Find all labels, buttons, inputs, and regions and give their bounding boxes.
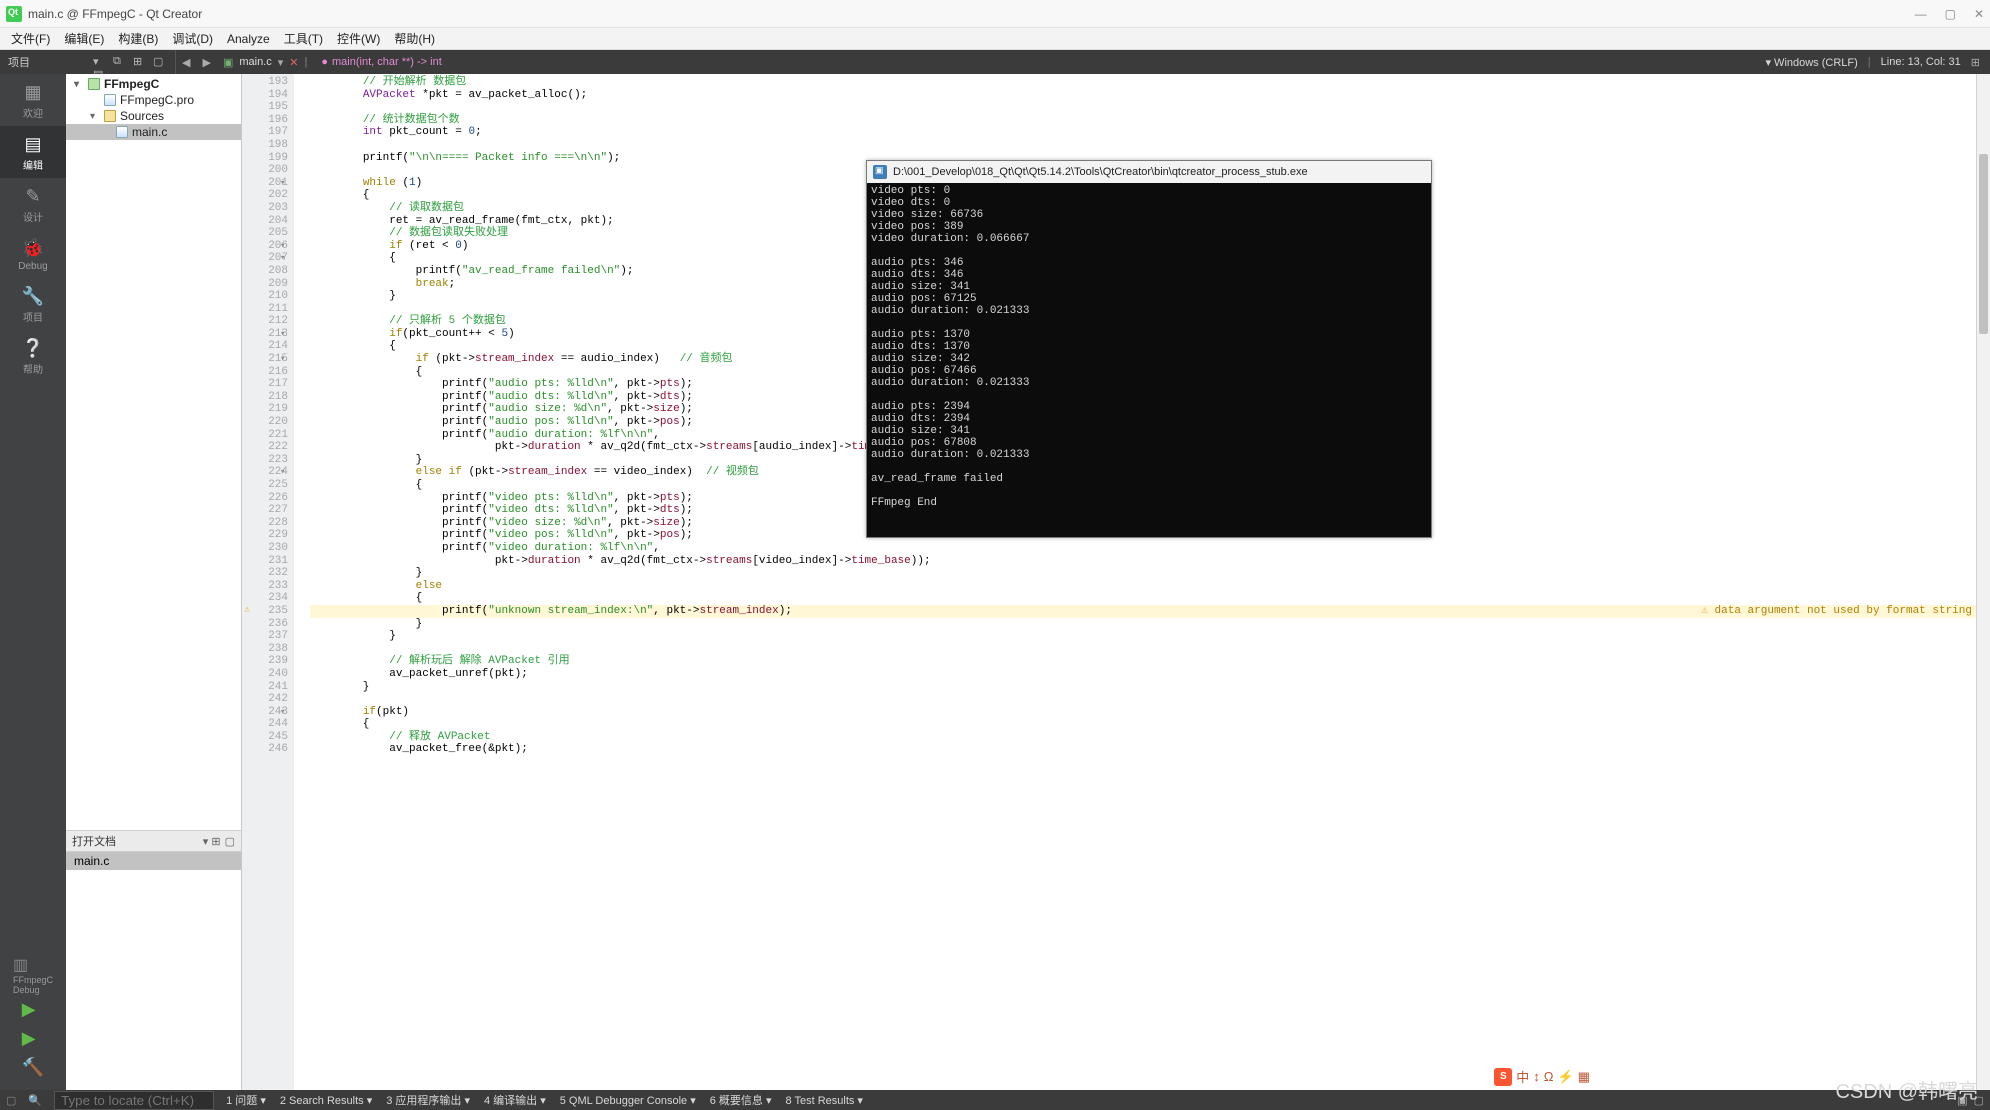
open-docs-header: 打开文档 ▾ ⊞ ▢ bbox=[66, 830, 241, 852]
line-number-gutter[interactable]: 1931941951961971981992002012022032042052… bbox=[242, 74, 294, 1090]
app-logo-icon bbox=[6, 6, 22, 22]
open-docs-close-icon[interactable]: ▢ bbox=[225, 835, 235, 848]
mode-help[interactable]: ❔帮助 bbox=[0, 330, 66, 382]
terminal-title: D:\001_Develop\018_Qt\Qt\Qt5.14.2\Tools\… bbox=[893, 166, 1308, 178]
build-button[interactable]: 🔨 bbox=[22, 1057, 44, 1078]
context-bullet-icon: ● bbox=[321, 56, 328, 68]
terminal-output: video pts: 0 video dts: 0 video size: 66… bbox=[867, 183, 1431, 511]
output-pane-button[interactable]: 5 QML Debugger Console ▾ bbox=[560, 1092, 696, 1108]
menu-build[interactable]: 构建(B) bbox=[111, 30, 165, 47]
output-pane-button[interactable]: 4 编译输出 ▾ bbox=[484, 1092, 546, 1108]
terminal-titlebar[interactable]: D:\001_Develop\018_Qt\Qt\Qt5.14.2\Tools\… bbox=[867, 161, 1431, 183]
menu-tools[interactable]: 工具(T) bbox=[277, 30, 330, 47]
editor-context-label[interactable]: main(int, char **) -> int bbox=[332, 56, 442, 68]
c-file-icon bbox=[116, 126, 128, 138]
output-pane-button[interactable]: 8 Test Results ▾ bbox=[785, 1092, 862, 1108]
window-titlebar: main.c @ FFmpegC - Qt Creator — ▢ ✕ bbox=[0, 0, 1990, 28]
menu-bar: 文件(F) 编辑(E) 构建(B) 调试(D) Analyze 工具(T) 控件… bbox=[0, 28, 1990, 50]
pro-file[interactable]: FFmpegC.pro bbox=[120, 93, 194, 107]
menu-file[interactable]: 文件(F) bbox=[4, 30, 57, 47]
menu-debug[interactable]: 调试(D) bbox=[165, 30, 220, 47]
split-icon[interactable]: ⊞ bbox=[133, 55, 147, 69]
cursor-position-label: Line: 13, Col: 31 bbox=[1881, 56, 1961, 68]
run-button[interactable]: ▶ bbox=[22, 999, 44, 1020]
menu-help[interactable]: 帮助(H) bbox=[387, 30, 442, 47]
terminal-app-icon bbox=[873, 165, 887, 179]
status-close-icon[interactable]: ▢ bbox=[1974, 1094, 1984, 1107]
project-tree[interactable]: ▾FFmpegC FFmpegC.pro ▾Sources main.c bbox=[66, 74, 241, 142]
menu-analyze[interactable]: Analyze bbox=[220, 32, 277, 46]
status-progress-icon[interactable]: ▣ bbox=[1957, 1094, 1967, 1107]
split-editor-icon[interactable]: ⊞ bbox=[1971, 56, 1980, 69]
mode-rail: ▦欢迎 ▤编辑 ✎设计 🐞Debug 🔧项目 ❔帮助 ▥ FFmpegC Deb… bbox=[0, 74, 66, 1090]
side-panel-title: 项目 bbox=[8, 54, 30, 70]
output-pane-button[interactable]: 1 问题 ▾ bbox=[226, 1092, 266, 1108]
history-fwd-icon[interactable]: ▶ bbox=[196, 56, 216, 69]
encoding-selector[interactable]: ▾ Windows (CRLF) bbox=[1765, 56, 1857, 69]
pro-file-icon bbox=[104, 94, 116, 106]
tab-close-icon[interactable]: ✕ bbox=[289, 56, 298, 69]
link-icon[interactable]: ⧉ bbox=[113, 55, 127, 69]
debug-run-button[interactable]: ▶ bbox=[22, 1028, 44, 1049]
editor-tab-filename[interactable]: main.c bbox=[239, 56, 271, 68]
window-maximize-button[interactable]: ▢ bbox=[1945, 7, 1956, 21]
mode-projects[interactable]: 🔧项目 bbox=[0, 278, 66, 330]
open-docs-split-icon[interactable]: ▾ ⊞ bbox=[203, 835, 221, 848]
menu-edit[interactable]: 编辑(E) bbox=[57, 30, 111, 47]
project-root[interactable]: FFmpegC bbox=[104, 77, 159, 91]
locator-input[interactable] bbox=[54, 1091, 214, 1110]
history-back-icon[interactable]: ◀ bbox=[176, 56, 196, 69]
open-docs-title: 打开文档 bbox=[72, 833, 116, 849]
output-pane-button[interactable]: 2 Search Results ▾ bbox=[280, 1092, 372, 1108]
project-sidebar: ▾FFmpegC FFmpegC.pro ▾Sources main.c 打开文… bbox=[66, 74, 242, 1090]
mode-edit[interactable]: ▤编辑 bbox=[0, 126, 66, 178]
mode-design[interactable]: ✎设计 bbox=[0, 178, 66, 230]
editor-navbar: 项目 ▾ ▤ ⧉ ⊞ ▢ ◀ ▶ ▣ main.c ▾ ✕ | ● main(i… bbox=[0, 50, 1990, 74]
terminal-window[interactable]: D:\001_Develop\018_Qt\Qt\Qt5.14.2\Tools\… bbox=[866, 160, 1432, 538]
folder-icon bbox=[104, 110, 116, 122]
mode-welcome[interactable]: ▦欢迎 bbox=[0, 74, 66, 126]
kit-selector[interactable]: ▥ FFmpegC Debug bbox=[13, 951, 53, 999]
filter-icon[interactable]: ▾ ▤ bbox=[93, 55, 107, 69]
output-pane-button[interactable]: 6 概要信息 ▾ bbox=[710, 1092, 772, 1108]
editor-scrollbar[interactable] bbox=[1976, 74, 1990, 1090]
output-pane-button[interactable]: 3 应用程序输出 ▾ bbox=[386, 1092, 470, 1108]
status-bar: ▢ 🔍 1 问题 ▾ 2 Search Results ▾ 3 应用程序输出 ▾ 4 … bbox=[0, 1090, 1990, 1110]
locator-close-icon[interactable]: ▢ bbox=[6, 1094, 16, 1107]
source-main-c[interactable]: main.c bbox=[132, 125, 167, 139]
window-minimize-button[interactable]: — bbox=[1915, 7, 1927, 21]
open-doc-item[interactable]: main.c bbox=[66, 852, 241, 870]
scrollbar-thumb[interactable] bbox=[1979, 154, 1988, 334]
sources-folder[interactable]: Sources bbox=[120, 109, 164, 123]
file-type-icon: ▣ bbox=[223, 56, 233, 69]
project-icon bbox=[88, 78, 100, 90]
menu-widgets[interactable]: 控件(W) bbox=[330, 30, 387, 47]
window-title: main.c @ FFmpegC - Qt Creator bbox=[28, 7, 202, 21]
panel-close-icon[interactable]: ▢ bbox=[153, 55, 167, 69]
window-close-button[interactable]: ✕ bbox=[1974, 7, 1984, 21]
mode-debug[interactable]: 🐞Debug bbox=[0, 230, 66, 278]
search-icon: 🔍 bbox=[28, 1094, 42, 1107]
